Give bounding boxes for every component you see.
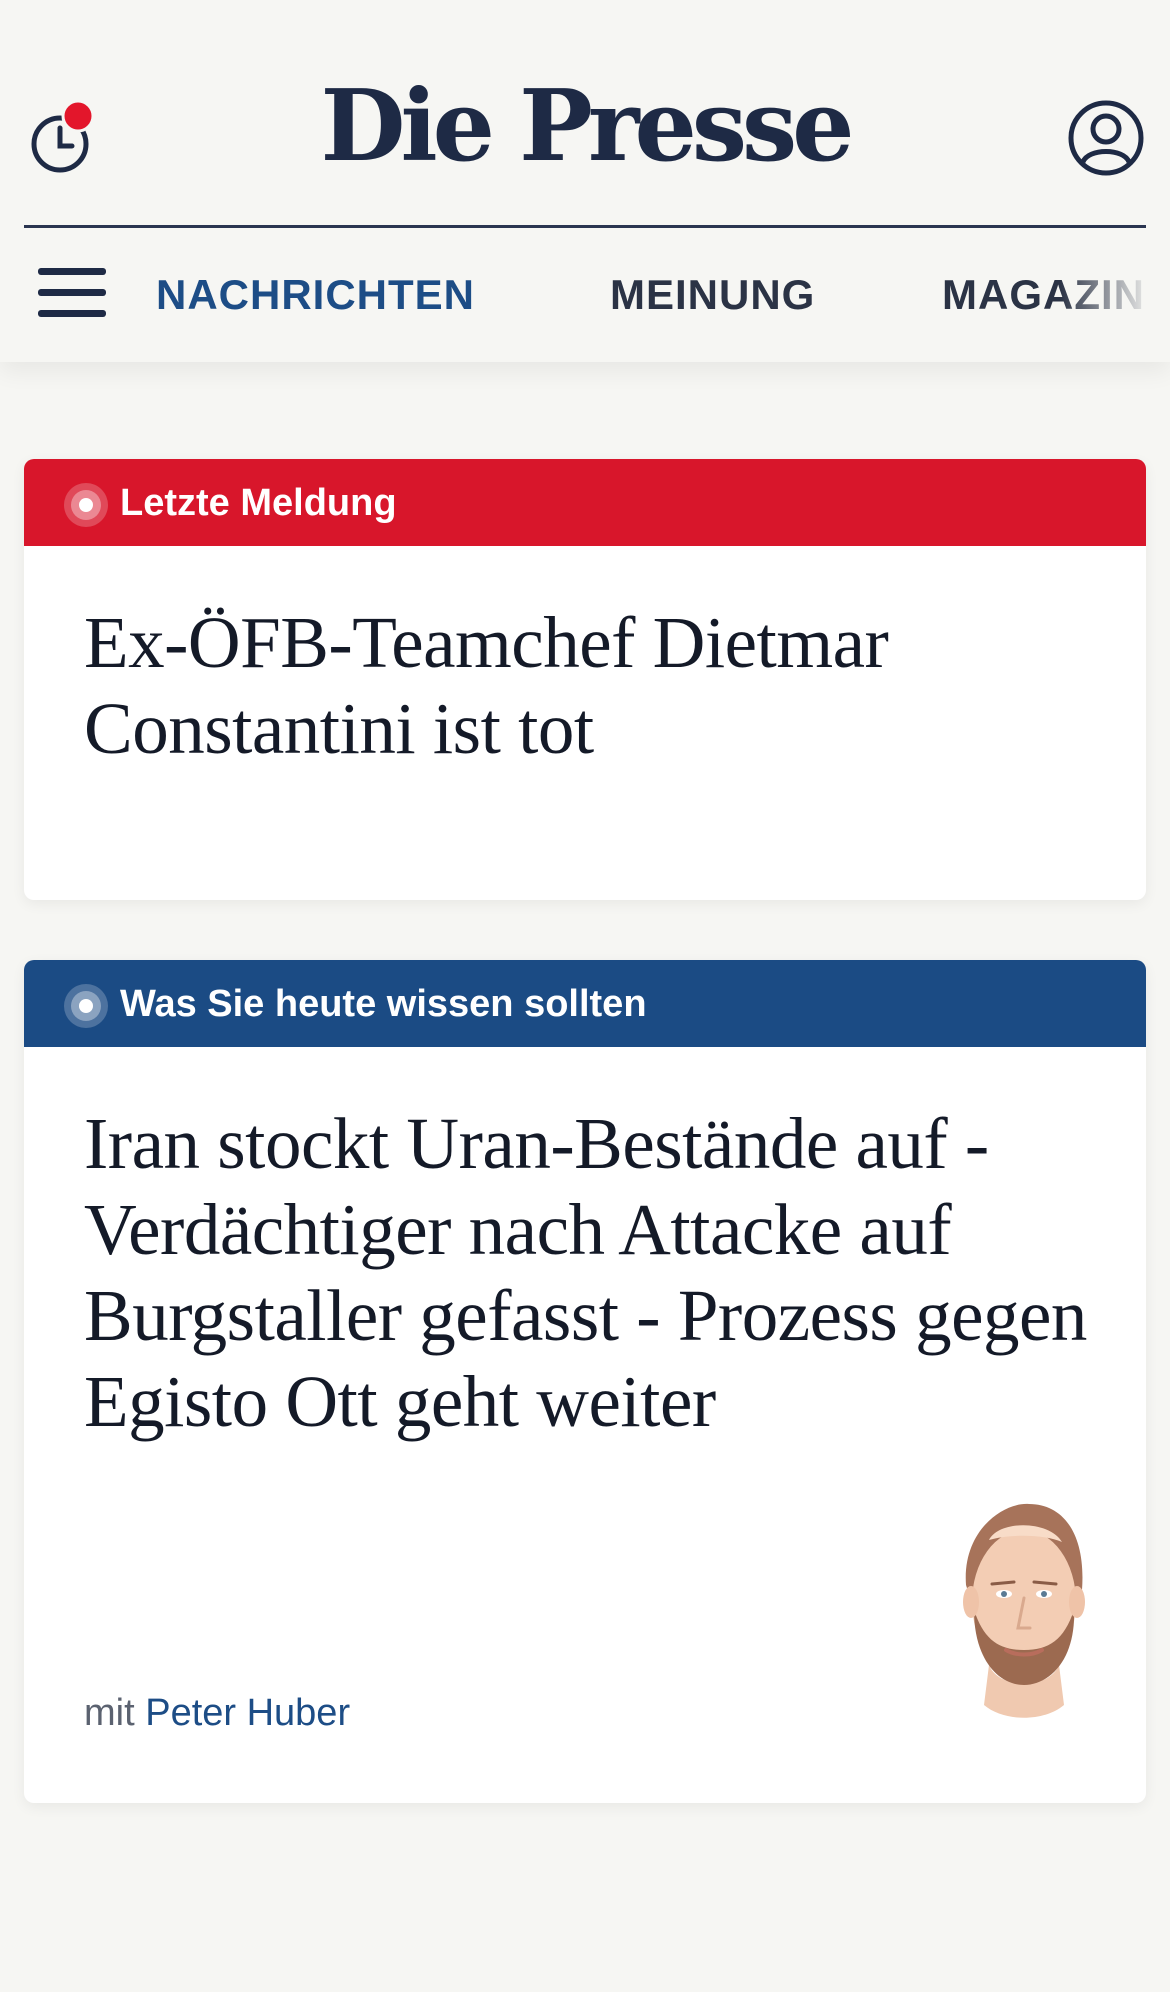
- nav-item-nachrichten[interactable]: NACHRICHTEN: [156, 274, 475, 316]
- header-divider: [24, 225, 1146, 228]
- nav-item-magazin[interactable]: MAGAZIN: [942, 274, 1145, 316]
- author-portrait-illustration: [963, 1503, 1085, 1718]
- card-label: Was Sie heute wissen sollten: [120, 983, 647, 1025]
- breaking-news-card[interactable]: Letzte Meldung Ex-ÖFB-Teamchef Dietmar C…: [24, 459, 1146, 900]
- headline-link[interactable]: Ex-ÖFB-Teamchef Dietmar Constantini ist …: [84, 600, 1106, 772]
- user-account-icon: [1068, 100, 1144, 176]
- byline-prefix: mit: [84, 1692, 135, 1734]
- nav-item-meinung[interactable]: MEINUNG: [610, 274, 815, 316]
- site-logo[interactable]: Die Presse: [0, 78, 1170, 176]
- site-header: Die Presse NACHRICHTEN MEINUNG MAGAZIN: [0, 0, 1170, 362]
- user-account-button[interactable]: [1066, 98, 1146, 178]
- author-link[interactable]: Peter Huber: [145, 1692, 350, 1734]
- headline-link[interactable]: Iran stockt Uran-Bestände auf - Verdächt…: [84, 1101, 1106, 1445]
- card-header: Was Sie heute wissen sollten: [24, 960, 1146, 1047]
- live-indicator-icon: [64, 483, 108, 527]
- card-label: Letzte Meldung: [120, 482, 397, 524]
- live-indicator-icon: [64, 984, 108, 1028]
- main-navigation: NACHRICHTEN MEINUNG MAGAZIN: [0, 230, 1170, 362]
- daily-briefing-card[interactable]: Was Sie heute wissen sollten Iran stockt…: [24, 960, 1146, 1803]
- top-bar: Die Presse: [0, 0, 1170, 226]
- card-header: Letzte Meldung: [24, 459, 1146, 546]
- hamburger-menu-icon[interactable]: [38, 268, 106, 324]
- byline: mit Peter Huber: [84, 1694, 350, 1732]
